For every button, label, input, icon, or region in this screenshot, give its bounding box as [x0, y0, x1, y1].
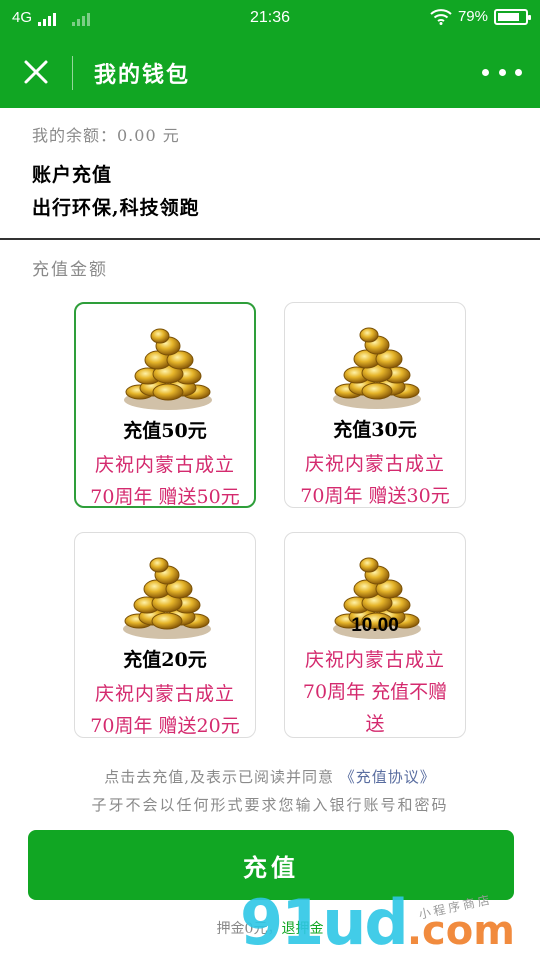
nav-divider: [72, 56, 73, 90]
amount-label: 充值金额: [32, 260, 108, 280]
agreement-notice: 点击去充值,及表示已阅读并同意 《充值协议》: [0, 766, 540, 787]
status-right: 79%: [430, 8, 531, 25]
close-icon[interactable]: [16, 52, 56, 92]
option-promo-line1: 庆祝内蒙古成立: [304, 649, 445, 671]
option-promo-line2: 70周年 赠送50元: [90, 486, 240, 508]
option-amount: 充值30元: [333, 419, 417, 441]
battery-percent: 79%: [457, 8, 488, 25]
option-promo-line1: 庆祝内蒙古成立: [94, 454, 235, 476]
recharge-option-10[interactable]: 10.00 庆祝内蒙古成立 70周年 充值不赠 送: [284, 532, 466, 738]
recharge-option-20[interactable]: 充值20元 庆祝内蒙古成立 70周年 赠送20元: [74, 532, 256, 738]
coin-pile-image: [122, 557, 212, 640]
option-promo-line2: 70周年 赠送30元: [300, 485, 450, 507]
status-bar: 4G 21:36 79%: [0, 0, 540, 36]
coin-pile-image: [332, 327, 422, 410]
option-amount: 充值50元: [123, 420, 207, 442]
option-amount-number: 10.00: [351, 615, 399, 636]
option-promo-line2: 70周年 充值不赠: [302, 681, 448, 703]
agreement-prefix: 点击去充值,及表示已阅读并同意: [104, 768, 334, 786]
agreement-link[interactable]: 《充值协议》: [340, 768, 436, 786]
battery-fill: [498, 12, 519, 21]
recharge-option-50[interactable]: 充值50元 庆祝内蒙古成立 70周年 赠送50元: [74, 302, 256, 508]
section-divider: [0, 238, 540, 240]
option-amount: 充值20元: [123, 649, 207, 671]
nav-bar: 我的钱包: [0, 36, 540, 108]
option-promo-line2: 70周年 赠送20元: [90, 715, 240, 737]
watermark-brand: 91ud: [240, 886, 409, 959]
security-notice: 子牙不会以任何形式要求您输入银行账号和密码: [91, 796, 449, 814]
option-promo-line1: 庆祝内蒙古成立: [304, 453, 445, 475]
recharge-heading: 账户充值: [32, 164, 113, 186]
recharge-option-30[interactable]: 充值30元 庆祝内蒙古成立 70周年 赠送30元: [284, 302, 466, 508]
coin-pile-image: [123, 328, 213, 411]
option-promo-line3: 送: [365, 713, 385, 735]
wifi-icon: [430, 8, 452, 25]
option-promo-line1: 庆祝内蒙古成立: [94, 683, 235, 705]
balance-text: 我的余额：0.00 元: [32, 126, 180, 145]
page-title: 我的钱包: [94, 62, 191, 88]
slogan: 出行环保,科技领跑: [32, 197, 200, 219]
battery-icon: [494, 8, 531, 25]
more-dots-icon[interactable]: [482, 60, 522, 84]
